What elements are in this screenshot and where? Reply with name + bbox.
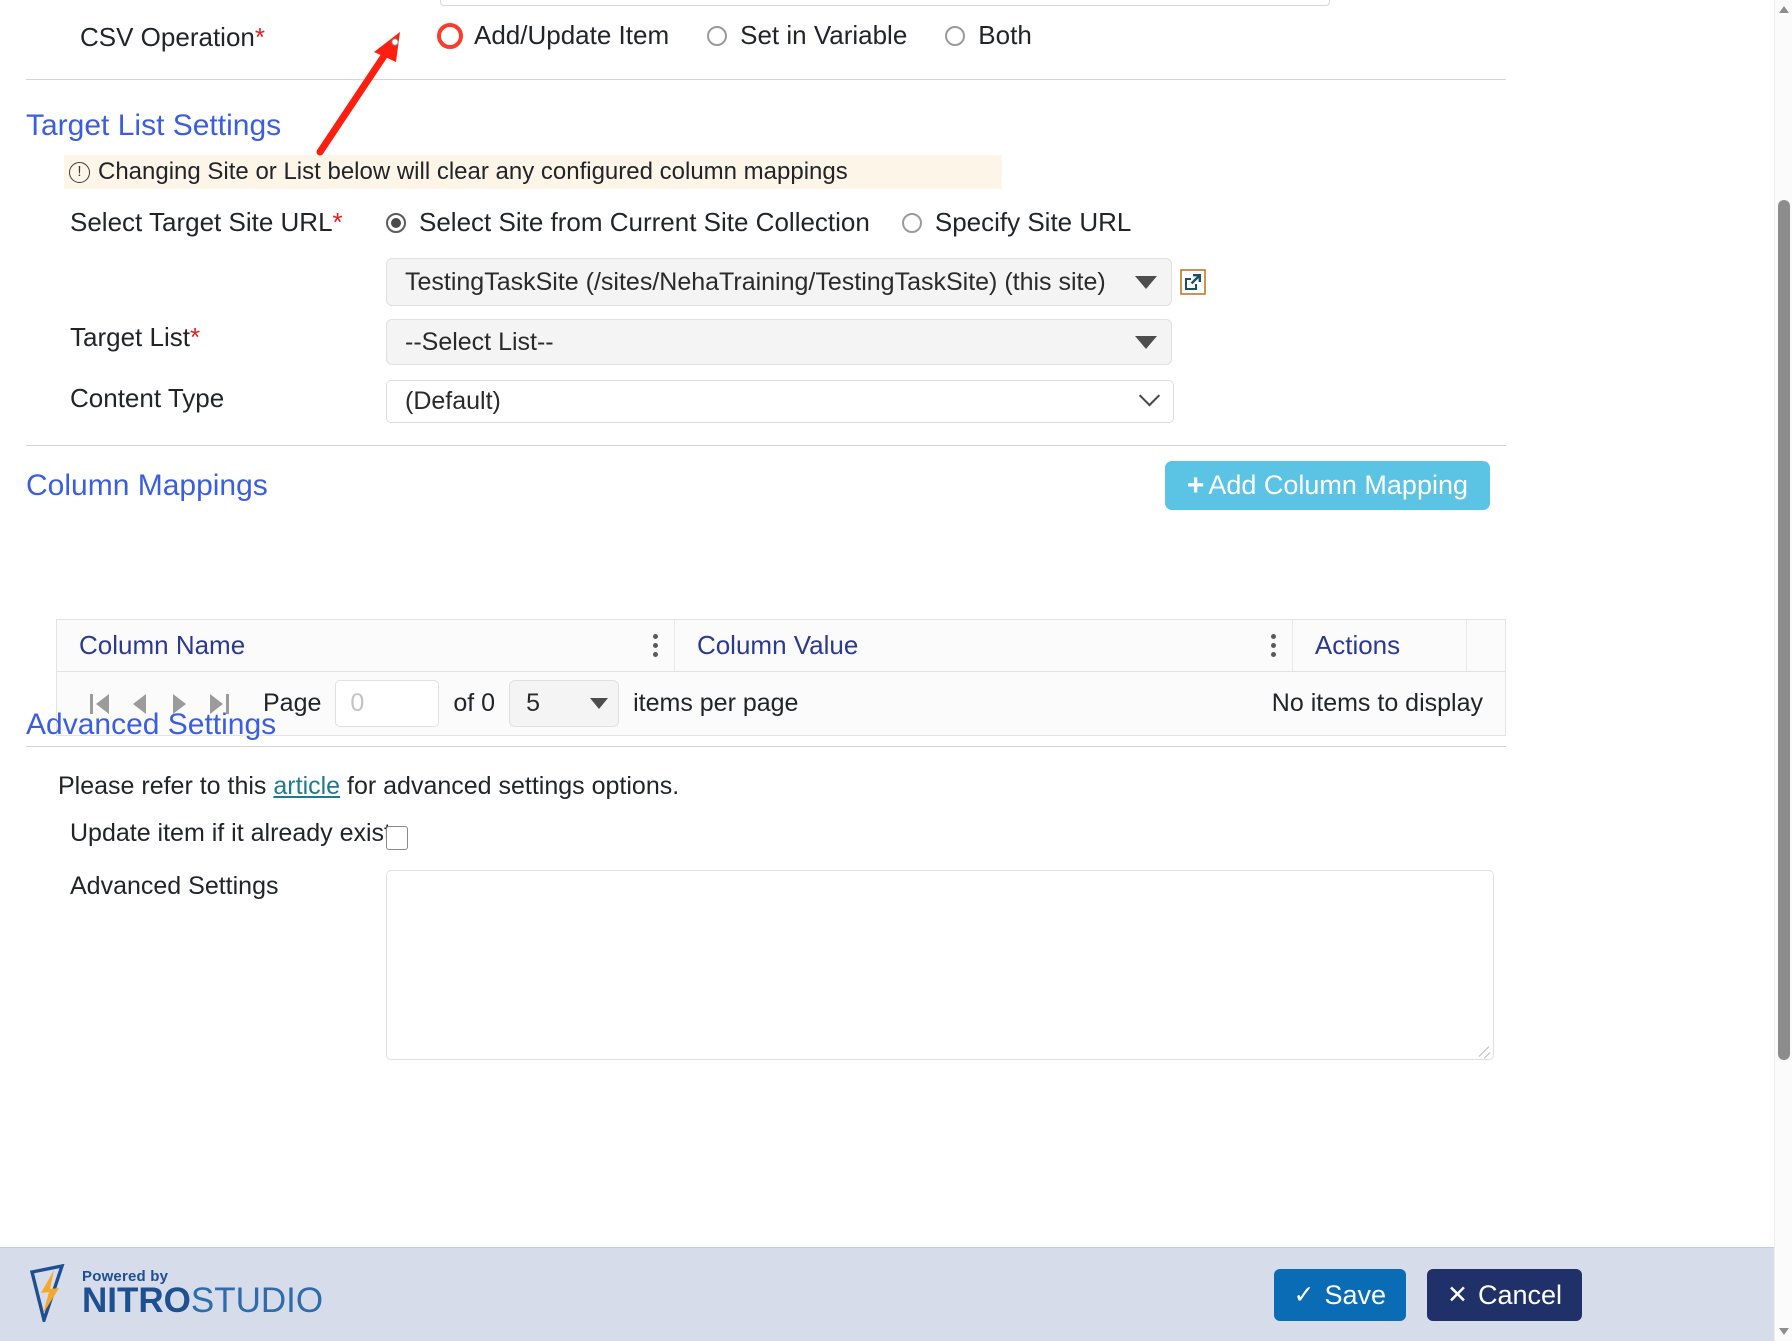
scroll-down-arrow-icon[interactable] — [1779, 1328, 1789, 1335]
page-size-value: 5 — [526, 689, 540, 717]
resize-handle-icon[interactable] — [1478, 1044, 1490, 1056]
target-site-dropdown-value: TestingTaskSite (/sites/NehaTraining/Tes… — [405, 267, 1106, 296]
nitro-logo-text: Powered by NITROSTUDIO — [82, 1268, 323, 1318]
previous-field-input-partial[interactable] — [440, 0, 1330, 6]
update-if-exists-checkbox[interactable] — [386, 826, 408, 850]
advanced-settings-textarea[interactable] — [386, 870, 1494, 1060]
radio-select-site-from-collection-input[interactable] — [386, 212, 406, 233]
chevron-down-icon — [1135, 275, 1157, 289]
advanced-settings-textarea-label: Advanced Settings — [70, 872, 279, 900]
radio-both-input[interactable] — [945, 25, 966, 46]
grid-header-actions: Actions — [1293, 620, 1467, 671]
vertical-scrollbar[interactable] — [1774, 0, 1792, 1341]
csv-operation-row: CSV Operation* Add/Update Item Set in Va… — [0, 14, 1774, 66]
cancel-button-label: Cancel — [1477, 1279, 1562, 1310]
select-target-site-url-label: Select Target Site URL* — [70, 207, 343, 238]
required-asterisk-site: * — [332, 207, 343, 237]
close-icon: ✕ — [1447, 1280, 1468, 1309]
target-list-dropdown[interactable]: --Select List-- — [386, 319, 1172, 365]
radio-add-update-item[interactable]: Add/Update Item — [437, 20, 670, 51]
radio-set-in-variable-input[interactable] — [707, 25, 728, 46]
divider-after-csv-operation — [26, 79, 1506, 80]
advanced-settings-article-link[interactable]: article — [273, 772, 340, 800]
scroll-up-arrow-icon[interactable] — [1779, 6, 1789, 13]
page-number-input[interactable]: 0 — [335, 680, 440, 727]
chevron-down-icon-list — [1135, 335, 1157, 349]
page-size-dropdown[interactable]: 5 — [509, 680, 620, 727]
radio-add-update-item-input[interactable] — [437, 22, 463, 49]
radio-specify-site-url-input[interactable] — [901, 212, 922, 233]
content-type-select-value: (Default) — [405, 387, 501, 415]
check-icon: ✓ — [1293, 1280, 1315, 1309]
content-type-select[interactable]: (Default) — [386, 380, 1174, 423]
radio-set-in-variable-label: Set in Variable — [740, 20, 908, 50]
radio-both-label: Both — [978, 20, 1032, 50]
radio-select-site-from-collection[interactable]: Select Site from Current Site Collection — [386, 207, 870, 238]
csv-operation-label-text: CSV Operation — [80, 22, 255, 52]
radio-add-update-item-label: Add/Update Item — [474, 20, 670, 50]
save-button[interactable]: ✓ Save — [1273, 1269, 1406, 1321]
footer-bar: Powered by NITROSTUDIO ✓ Save ✕ Cancel — [0, 1247, 1774, 1341]
site-change-warning-text: Changing Site or List below will clear a… — [98, 158, 848, 185]
grid-header-column-value[interactable]: Column Value — [675, 620, 1293, 671]
target-list-label-text: Target List — [70, 322, 190, 352]
warning-icon — [69, 161, 90, 183]
advanced-settings-note-suffix: for advanced settings options. — [340, 772, 680, 800]
csv-operation-label: CSV Operation* — [80, 22, 265, 53]
column-mappings-heading: Column Mappings — [26, 469, 268, 502]
grid-header-actions-label: Actions — [1314, 630, 1401, 660]
target-site-url-radio-group: Select Site from Current Site Collection… — [386, 207, 1131, 238]
site-change-warning: Changing Site or List below will clear a… — [64, 155, 1002, 189]
advanced-settings-note: Please refer to this article for advance… — [58, 772, 679, 801]
target-site-dropdown[interactable]: TestingTaskSite (/sites/NehaTraining/Tes… — [386, 258, 1172, 306]
radio-specify-site-url[interactable]: Specify Site URL — [901, 207, 1132, 238]
logo-studio: STUDIO — [190, 1281, 324, 1320]
nitro-logo-mark-icon — [28, 1263, 74, 1327]
save-button-label: Save — [1324, 1279, 1386, 1310]
grid-header-row: Column Name Column Value Actions — [57, 620, 1505, 672]
nitro-studio-logo: Powered by NITROSTUDIO — [28, 1263, 323, 1327]
add-column-mapping-button[interactable]: + Add Column Mapping — [1164, 461, 1490, 510]
grid-header-spacer — [1467, 620, 1505, 671]
grid-empty-message: No items to display — [1271, 689, 1483, 717]
settings-scroll-area[interactable]: CSV Operation* Add/Update Item Set in Va… — [0, 0, 1774, 1247]
radio-both[interactable]: Both — [945, 20, 1032, 51]
target-list-dropdown-value: --Select List-- — [405, 327, 554, 356]
scrollbar-thumb[interactable] — [1778, 200, 1790, 1060]
advanced-settings-note-prefix: Please refer to this — [58, 772, 274, 800]
grid-header-column-name-label: Column Name — [79, 630, 246, 660]
cancel-button[interactable]: ✕ Cancel — [1427, 1269, 1582, 1321]
target-list-label: Target List* — [70, 322, 200, 353]
required-asterisk: * — [254, 22, 265, 52]
csv-operation-settings-page: CSV Operation* Add/Update Item Set in Va… — [0, 0, 1792, 1341]
radio-select-site-from-collection-label: Select Site from Current Site Collection — [419, 207, 870, 237]
grid-header-column-value-label: Column Value — [696, 630, 859, 660]
settings-content: CSV Operation* Add/Update Item Set in Va… — [0, 0, 1774, 1200]
csv-operation-radio-group: Add/Update Item Set in Variable Both — [437, 20, 1032, 51]
target-list-settings-heading: Target List Settings — [26, 109, 282, 142]
chevron-down-icon-page-size — [590, 698, 609, 709]
divider-after-grid — [26, 746, 1506, 747]
required-asterisk-list: * — [189, 322, 201, 352]
divider-after-target-list — [26, 445, 1506, 446]
plus-icon: + — [1186, 468, 1205, 502]
update-if-exists-label: Update item if it already exists — [70, 819, 404, 847]
grid-header-column-name[interactable]: Column Name — [57, 620, 675, 671]
select-target-site-url-label-text: Select Target Site URL — [70, 207, 333, 237]
add-column-mapping-label: Add Column Mapping — [1208, 470, 1468, 500]
logo-nitro: NITRO — [82, 1281, 191, 1320]
radio-set-in-variable[interactable]: Set in Variable — [707, 20, 907, 51]
page-count-label: of 0 — [453, 689, 496, 717]
external-link-icon[interactable] — [1180, 269, 1206, 295]
items-per-page-label: items per page — [633, 689, 799, 717]
column-menu-icon-value[interactable] — [1270, 634, 1276, 657]
advanced-settings-heading: Advanced Settings — [26, 708, 277, 741]
radio-specify-site-url-label: Specify Site URL — [934, 207, 1132, 237]
column-menu-icon-name[interactable] — [652, 634, 658, 657]
chevron-down-icon-content-type — [1138, 385, 1161, 407]
content-type-label: Content Type — [70, 383, 225, 413]
